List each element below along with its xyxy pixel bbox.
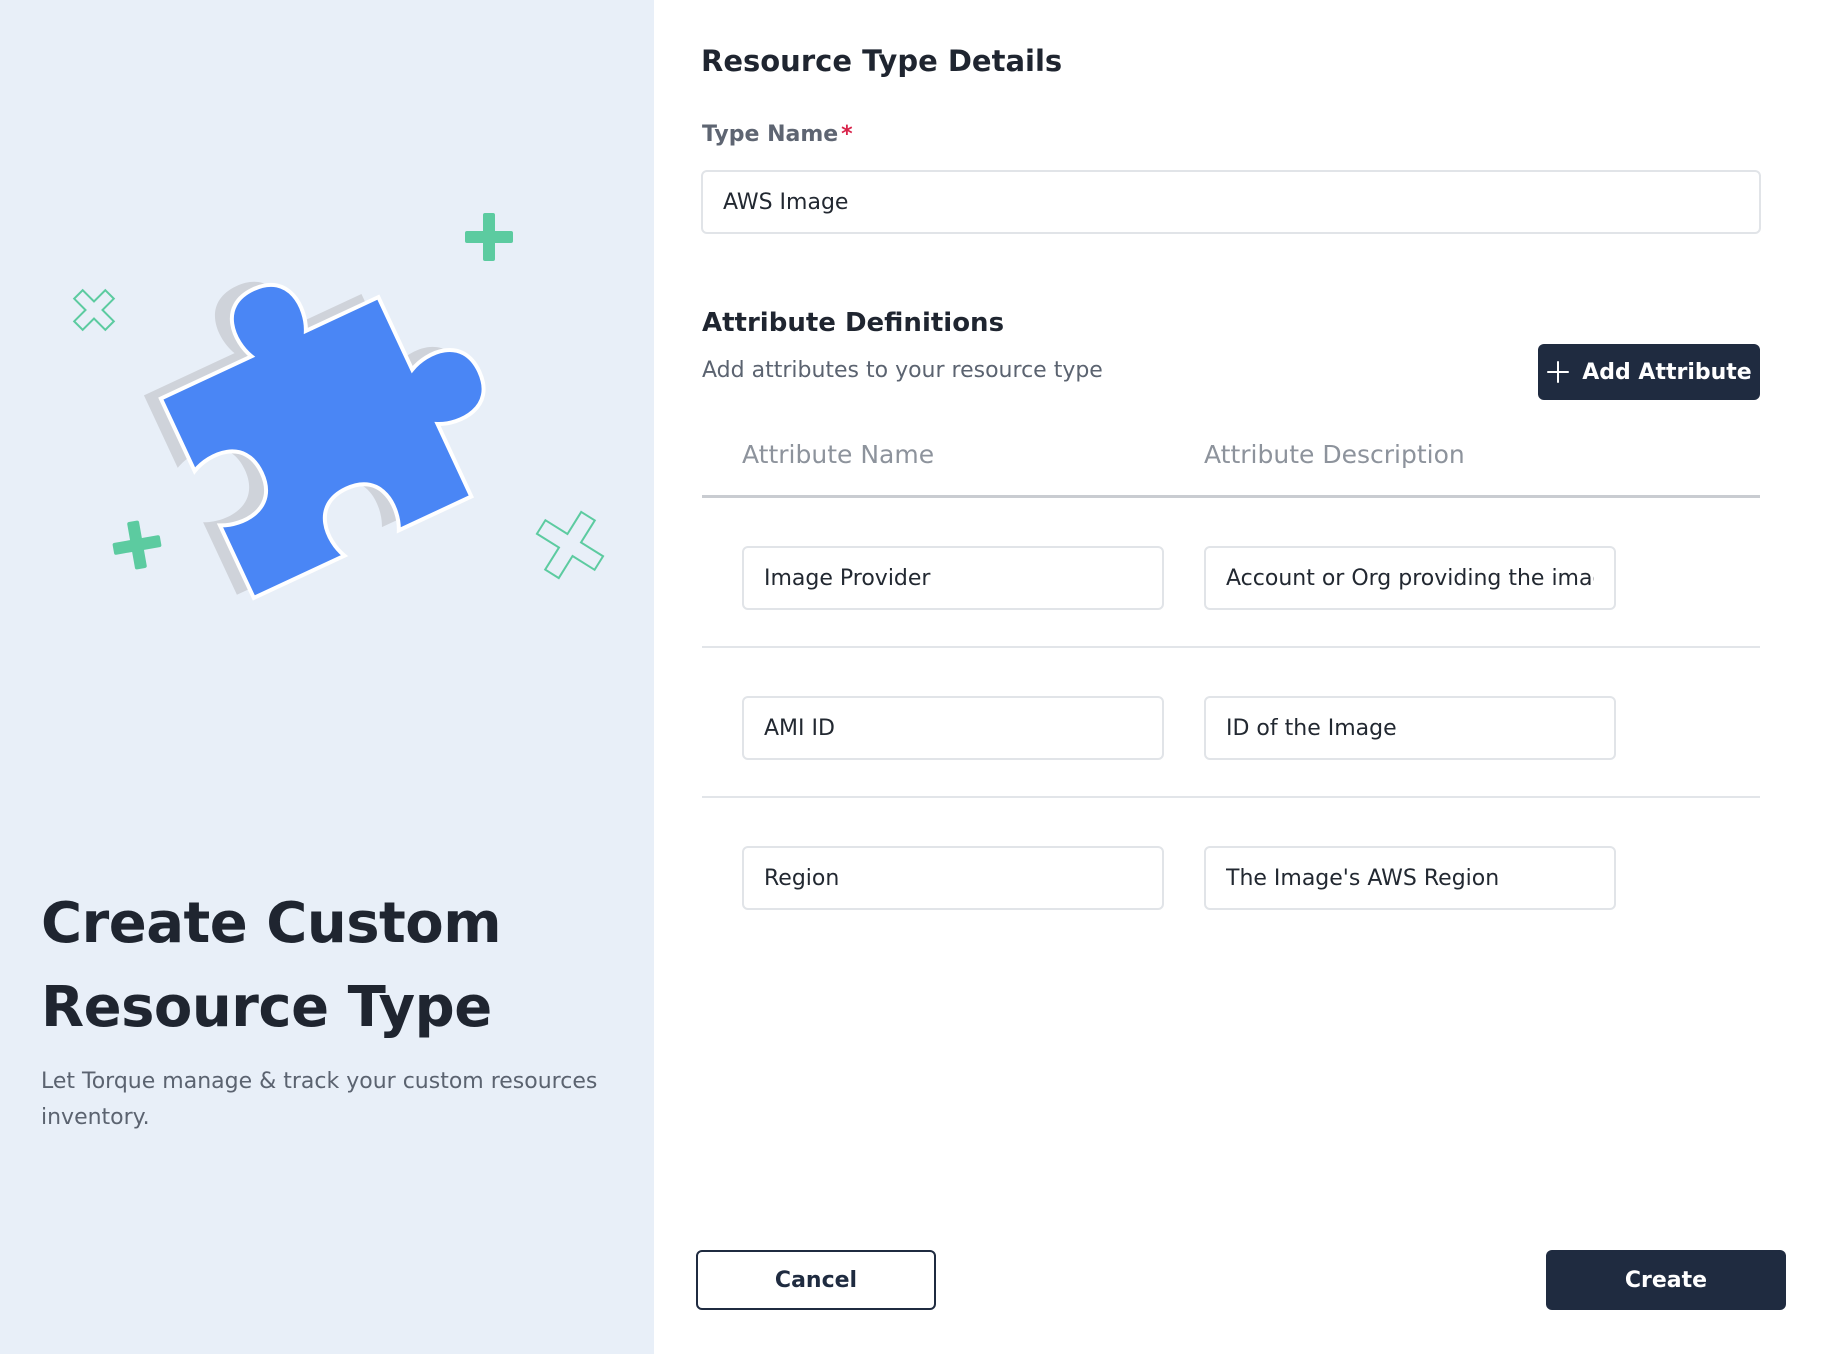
attribute-name-input[interactable] bbox=[742, 546, 1164, 610]
attribute-name-input[interactable] bbox=[742, 696, 1164, 760]
page-subtitle: Let Torque manage & track your custom re… bbox=[41, 1069, 598, 1130]
create-button[interactable]: Create bbox=[1546, 1250, 1786, 1310]
required-marker: * bbox=[841, 122, 853, 147]
type-name-input[interactable] bbox=[701, 170, 1761, 234]
puzzle-piece-icon bbox=[72, 213, 605, 601]
column-header-description: Attribute Description bbox=[1204, 440, 1465, 469]
attribute-description-input[interactable] bbox=[1204, 696, 1616, 760]
type-name-label: Type Name * bbox=[702, 122, 853, 147]
page-title: Create Custom Resource Type bbox=[41, 891, 502, 1040]
attribute-definitions-heading: Attribute Definitions bbox=[702, 308, 1005, 338]
cancel-button[interactable]: Cancel bbox=[696, 1250, 936, 1310]
create-resource-type-dialog: Create Custom Resource Type Let Torque m… bbox=[0, 0, 1830, 1354]
table-row bbox=[702, 798, 1760, 948]
table-row bbox=[702, 498, 1760, 648]
plus-solid-icon bbox=[465, 213, 513, 261]
table-row bbox=[702, 648, 1760, 798]
column-header-name: Attribute Name bbox=[742, 440, 935, 469]
intro-panel: Create Custom Resource Type Let Torque m… bbox=[0, 0, 654, 1354]
resource-type-details-heading: Resource Type Details bbox=[701, 44, 1063, 78]
attributes-table-header: Attribute Name Attribute Description bbox=[702, 430, 1760, 498]
form-panel: Resource Type Details Type Name* Attribu… bbox=[654, 0, 1830, 1354]
cross-outline-icon bbox=[72, 288, 116, 332]
plus-solid-icon bbox=[112, 520, 162, 570]
add-attribute-button[interactable]: Add Attribute bbox=[1538, 344, 1760, 400]
plus-icon bbox=[1547, 361, 1570, 383]
attribute-description-input[interactable] bbox=[1204, 846, 1616, 910]
attribute-definitions-subtitle: Add attributes to your resource type bbox=[702, 358, 1103, 383]
cross-outline-icon bbox=[535, 510, 605, 580]
attribute-name-input[interactable] bbox=[742, 846, 1164, 910]
attribute-description-input[interactable] bbox=[1204, 546, 1616, 610]
